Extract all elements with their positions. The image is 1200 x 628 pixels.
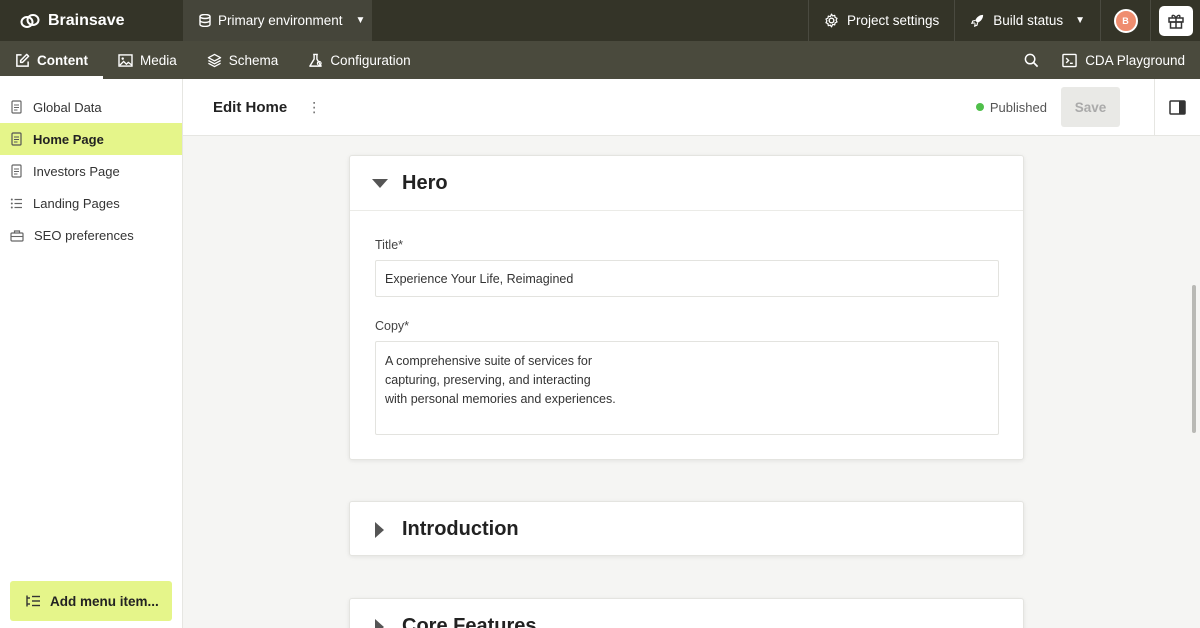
sidebar-item-label: SEO preferences	[34, 227, 134, 243]
title-field[interactable]: Experience Your Life, Reimagined	[375, 260, 999, 297]
section-title: Core Features	[402, 615, 537, 628]
sidebar-item-label: Investors Page	[33, 163, 120, 179]
hero-section-header[interactable]: Hero	[350, 156, 1023, 211]
cda-playground-label: CDA Playground	[1085, 52, 1185, 68]
copy-field-label: Copy*	[375, 319, 410, 333]
toolbox-icon	[10, 229, 24, 242]
tab-configuration[interactable]: Configuration	[293, 41, 425, 79]
cda-playground-button[interactable]: CDA Playground	[1054, 41, 1200, 79]
project-settings-label: Project settings	[847, 13, 940, 28]
chevron-down-icon: ▼	[355, 15, 366, 26]
panel-right-icon	[1169, 99, 1186, 115]
search-button[interactable]	[1008, 41, 1054, 79]
status-label: Published	[989, 99, 1047, 115]
page-title: Edit Home	[213, 98, 288, 116]
tab-content-label: Content	[37, 52, 88, 68]
sidebar-item-label: Global Data	[33, 99, 102, 115]
search-icon	[1024, 53, 1038, 67]
sidebar-item-seo-preferences[interactable]: SEO preferences	[0, 219, 182, 251]
build-status-button[interactable]: Build status ▼	[954, 0, 1100, 41]
scrollbar[interactable]	[1192, 285, 1196, 433]
title-field-label: Title*	[375, 238, 404, 252]
build-status-label: Build status	[993, 13, 1064, 28]
edit-icon	[16, 53, 30, 67]
document-icon	[11, 164, 22, 178]
sidebar-panel-toggle[interactable]	[1154, 78, 1200, 136]
sidebar-item-investors-page[interactable]: Investors Page	[0, 155, 182, 187]
sidebar-item-landing-pages[interactable]: Landing Pages	[0, 187, 182, 219]
terminal-icon	[1062, 53, 1077, 67]
tab-schema-label: Schema	[228, 52, 279, 68]
status-dot-icon	[975, 103, 984, 111]
sidebar: Global Data Home Page Investors Page Lan…	[0, 79, 183, 628]
project-settings-button[interactable]: Project settings	[808, 0, 954, 41]
database-icon	[199, 14, 211, 27]
hero-section: Hero Title* Experience Your Life, Reimag…	[349, 155, 1024, 460]
whats-new-button[interactable]	[1150, 0, 1200, 41]
avatar: B	[1113, 8, 1138, 33]
flask-icon	[309, 53, 323, 67]
gift-icon	[1167, 14, 1184, 29]
environment-label: Primary environment	[218, 13, 343, 28]
tab-content[interactable]: Content	[0, 41, 103, 79]
collapse-icon	[372, 178, 388, 188]
core-features-section-header[interactable]: Core Features	[350, 599, 1023, 628]
copy-field[interactable]: A comprehensive suite of services for ca…	[375, 341, 999, 435]
image-icon	[118, 53, 133, 67]
document-icon	[11, 132, 22, 146]
expand-icon	[375, 618, 384, 628]
add-list-icon	[26, 595, 40, 607]
brand-logo[interactable]: Brainsave	[0, 0, 183, 41]
add-menu-item-label: Add menu item...	[50, 593, 159, 609]
expand-icon	[375, 521, 384, 538]
tab-schema[interactable]: Schema	[192, 41, 294, 79]
tab-media[interactable]: Media	[103, 41, 192, 79]
add-menu-item-button[interactable]: Add menu item...	[10, 581, 172, 621]
main-nav: Content Media Schema Configuration CDA P…	[0, 41, 1200, 79]
editor-header: Edit Home ⋮ Published Save	[183, 78, 1200, 136]
tab-media-label: Media	[140, 52, 177, 68]
user-menu[interactable]: B	[1100, 0, 1150, 41]
tab-configuration-label: Configuration	[330, 52, 411, 68]
status-badge: Published	[975, 99, 1047, 115]
rocket-icon	[971, 14, 984, 28]
section-title: Hero	[402, 171, 448, 194]
brain-logo-icon	[20, 13, 40, 28]
more-options-icon[interactable]: ⋮	[307, 99, 321, 116]
top-bar: Brainsave Primary environment ▼ Project …	[0, 0, 1200, 41]
sidebar-item-global-data[interactable]: Global Data	[0, 91, 182, 123]
sidebar-item-label: Home Page	[33, 131, 104, 147]
gear-icon	[825, 13, 838, 28]
brand-name: Brainsave	[48, 11, 125, 29]
layers-icon	[207, 53, 222, 67]
environment-selector[interactable]: Primary environment ▼	[183, 0, 372, 41]
document-icon	[11, 100, 22, 114]
list-icon	[10, 198, 22, 208]
introduction-section-header[interactable]: Introduction	[350, 502, 1023, 557]
introduction-section: Introduction	[349, 501, 1024, 556]
save-button[interactable]: Save	[1061, 87, 1120, 127]
section-title: Introduction	[402, 518, 519, 540]
chevron-down-icon: ▼	[1075, 15, 1085, 26]
sidebar-item-home-page[interactable]: Home Page	[0, 123, 182, 155]
sidebar-item-label: Landing Pages	[33, 195, 120, 211]
core-features-section: Core Features	[349, 598, 1024, 628]
